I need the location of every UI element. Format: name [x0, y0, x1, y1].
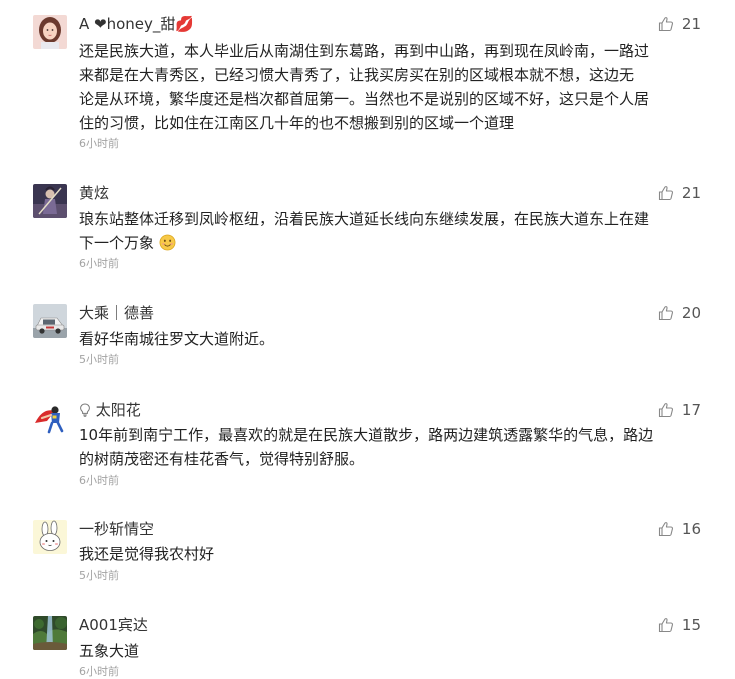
like-button[interactable]: 15	[658, 615, 701, 635]
comment-text: 看好华南城往罗文大道附近。	[79, 327, 701, 351]
avatar[interactable]	[33, 520, 67, 554]
username-text: 太阳花	[95, 401, 141, 419]
avatar[interactable]	[33, 401, 67, 435]
username[interactable]: 太阳花	[79, 400, 141, 420]
like-button[interactable]: 21	[658, 183, 701, 203]
comment-line: 五象大道	[79, 642, 140, 660]
avatar-cartoon-rabbit	[33, 520, 67, 554]
like-button[interactable]: 21	[658, 14, 701, 34]
thumbs-up-icon	[658, 17, 673, 32]
like-button[interactable]: 16	[658, 519, 701, 539]
avatar-superhero	[33, 401, 67, 435]
username[interactable]: 黄炫	[79, 183, 109, 203]
comment-line: 10年前到南宁工作，最喜欢的就是在民族大道散步，路两边建筑透露繁华的气息，路边	[79, 426, 654, 444]
like-count: 17	[681, 401, 701, 419]
comment-line: 我还是觉得我农村好	[79, 545, 215, 563]
comment-text: 五象大道	[79, 639, 701, 663]
lightbulb-icon	[80, 403, 90, 417]
thumbs-up-icon	[658, 403, 673, 418]
comment-line: 琅东站整体迁移到凤岭枢纽，沿着民族大道延长线向东继续发展，在民族大道东上在建	[79, 210, 650, 228]
comment-line: 还是民族大道，本人毕业后从南湖住到东葛路，再到中山路，再到现在凤岭南，一路过	[79, 42, 650, 60]
timestamp: 5小时前	[79, 569, 119, 582]
avatar[interactable]	[33, 15, 67, 49]
username[interactable]: 一秒斩情空	[79, 519, 154, 539]
smiley-emoji-icon	[159, 234, 176, 251]
comment-line: 的树荫茂密还有桂花香气，觉得特别舒服。	[79, 450, 365, 468]
timestamp: 6小时前	[79, 474, 119, 487]
comment-text: 还是民族大道，本人毕业后从南湖住到东葛路，再到中山路，再到现在凤岭南，一路过 来…	[79, 39, 701, 135]
avatar[interactable]	[33, 616, 67, 650]
like-count: 21	[681, 15, 701, 33]
timestamp: 6小时前	[79, 257, 119, 270]
timestamp: 6小时前	[79, 137, 119, 150]
comment-line: 住的习惯，比如住在江南区几十年的也不想搬到别的区域一个道理	[79, 114, 515, 132]
timestamp: 6小时前	[79, 665, 119, 678]
thumbs-up-icon	[658, 306, 673, 321]
like-count: 21	[681, 184, 701, 202]
comment-text: 我还是觉得我农村好	[79, 542, 701, 566]
username[interactable]: A ❤honey_甜💋	[79, 14, 194, 34]
avatar-photo-car	[33, 304, 67, 338]
comment-line: 看好华南城往罗文大道附近。	[79, 330, 275, 348]
comment-line: 下一个万象	[79, 234, 155, 252]
comment-text: 琅东站整体迁移到凤岭枢纽，沿着民族大道延长线向东继续发展，在民族大道东上在建 下…	[79, 207, 701, 255]
timestamp: 5小时前	[79, 353, 119, 366]
comment-line: 来都是在大青秀区，已经习惯大青秀了，让我买房买在别的区域根本就不想，这边无	[79, 66, 635, 84]
thumbs-up-icon	[658, 522, 673, 537]
thumbs-up-icon	[658, 186, 673, 201]
like-count: 15	[681, 616, 701, 634]
avatar-photo-woman	[33, 15, 67, 49]
username[interactable]: 大乘｜德善	[79, 303, 154, 323]
like-count: 20	[681, 304, 701, 322]
avatar[interactable]	[33, 184, 67, 218]
comment-line-wrapper: 下一个万象	[79, 231, 701, 255]
comment-line: 论是从环境，繁华度还是档次都首屈第一。当然也不是说别的区域不好，这只是个人居	[79, 90, 650, 108]
username[interactable]: A001宾达	[79, 615, 148, 635]
thumbs-up-icon	[658, 618, 673, 633]
like-button[interactable]: 20	[658, 303, 701, 323]
like-count: 16	[681, 520, 701, 538]
avatar-photo-warrior	[33, 184, 67, 218]
avatar-photo-forest	[33, 616, 67, 650]
comment-text: 10年前到南宁工作，最喜欢的就是在民族大道散步，路两边建筑透露繁华的气息，路边 …	[79, 423, 701, 471]
avatar[interactable]	[33, 304, 67, 338]
like-button[interactable]: 17	[658, 400, 701, 420]
